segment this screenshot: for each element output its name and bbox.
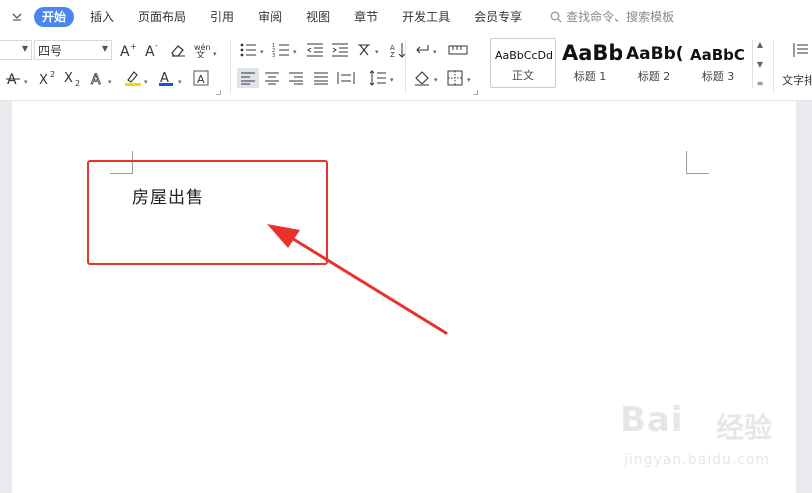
- watermark-url: jingyan.baidu.com: [624, 452, 771, 468]
- baidu-jingyan-watermark: Bai 经验 jingyan.baidu.com: [620, 400, 810, 490]
- watermark-logo: Bai: [620, 400, 684, 440]
- watermark-brand: 经验: [716, 411, 773, 444]
